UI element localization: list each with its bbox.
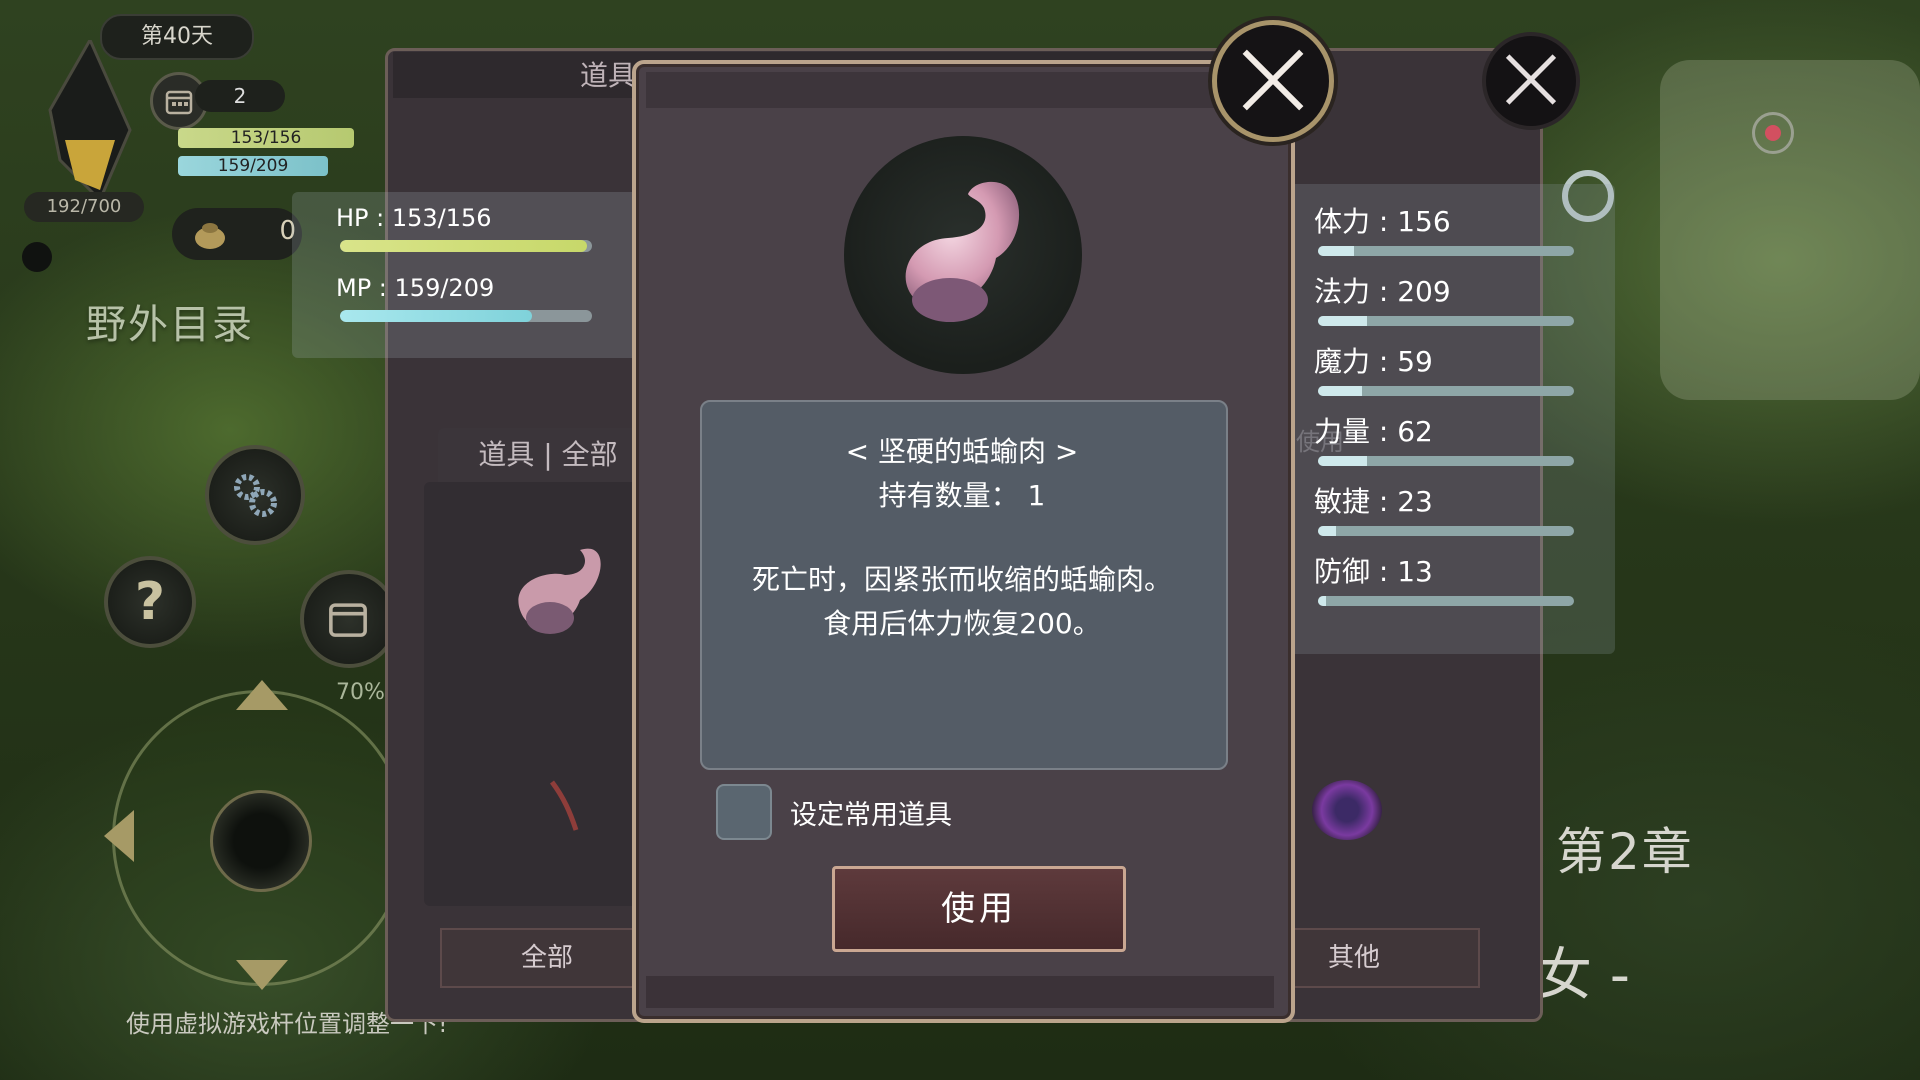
chapter-title: 第2章 [1556, 823, 1694, 881]
item-description-line-1: 死亡时，因紧张而收缩的蛞蝓肉。 [751, 563, 1172, 596]
calendar-icon [165, 90, 193, 115]
stat-stamina-bar [1318, 246, 1574, 256]
stat-strength-bar [1318, 456, 1574, 466]
bag-counter[interactable]: 0 [172, 208, 302, 260]
storage-close-button[interactable] [1482, 32, 1580, 130]
calendar-count: 2 [195, 80, 285, 112]
favorite-checkbox[interactable] [716, 784, 772, 840]
hp-bar [340, 240, 592, 252]
item-list-tab[interactable]: 道具 | 全部 [438, 428, 658, 482]
calendar-button[interactable] [300, 570, 398, 668]
bag-icon [195, 223, 225, 249]
stat-agility-bar [1318, 526, 1574, 536]
status-dot [22, 242, 52, 272]
mini-hp-bar: 153/156 [178, 128, 354, 148]
stat-strength-label: 力量 : 62 [1314, 415, 1433, 448]
use-button[interactable]: 使用 [832, 866, 1126, 952]
orb-icon[interactable] [1312, 780, 1382, 840]
mp-label: MP : 159/209 [336, 274, 495, 302]
stat-stamina-label: 体力 : 156 [1314, 205, 1451, 238]
stat-strength-fill [1318, 456, 1367, 466]
help-button[interactable]: ? [104, 556, 196, 648]
modal-close-button[interactable] [1212, 20, 1334, 142]
stat-defense-fill [1318, 596, 1326, 606]
joystick-down-arrow [236, 960, 288, 990]
favorite-label[interactable]: 设定常用道具 [790, 793, 952, 832]
hp-bar-fill [340, 240, 587, 252]
stat-mana-fill [1318, 316, 1367, 326]
help-icon: ? [134, 572, 166, 632]
tail-item-icon[interactable] [548, 778, 584, 834]
slug-meat-icon[interactable] [510, 530, 630, 650]
mini-mp-bar: 159/209 [178, 156, 328, 176]
stat-defense-bar [1318, 596, 1574, 606]
target-icon[interactable] [1752, 112, 1794, 154]
item-count: 持有数量： 1 [878, 479, 1046, 512]
progress-percent: 70% [336, 680, 385, 705]
calendar-icon [329, 603, 367, 637]
modal-footer-band [646, 976, 1274, 1008]
mp-bar [340, 310, 592, 322]
stat-mana-bar [1318, 316, 1574, 326]
field-menu-label[interactable]: 野外目录 [86, 292, 254, 350]
settings-button[interactable] [205, 445, 305, 545]
item-description-line-2: 食用后体力恢复200。 [823, 607, 1101, 640]
tab-all[interactable]: 全部 [440, 928, 654, 988]
item-description: 死亡时，因紧张而收缩的蛞蝓肉。 食用后体力恢复200。 [700, 558, 1224, 646]
mp-bar-fill [340, 310, 532, 322]
exp-counter: 192/700 [24, 192, 144, 222]
slug-meat-icon [905, 181, 1020, 322]
modal-header-band [646, 72, 1274, 108]
stat-agility-label: 敏捷 : 23 [1314, 485, 1433, 518]
stat-magic-bar [1318, 386, 1574, 396]
stat-agility-fill [1318, 526, 1336, 536]
stat-defense-label: 防御 : 13 [1314, 555, 1433, 588]
item-name: < 坚硬的蛞蝓肉 > [845, 435, 1079, 468]
item-portrait [844, 136, 1082, 374]
crystal-icon [48, 40, 132, 203]
gear-icon [234, 474, 277, 517]
stat-mana-label: 法力 : 209 [1314, 275, 1451, 308]
stat-magic-label: 魔力 : 59 [1314, 345, 1433, 378]
joystick-up-arrow [236, 680, 288, 710]
hp-label: HP : 153/156 [336, 204, 492, 232]
joystick-knob[interactable] [210, 790, 312, 892]
minimap[interactable] [1660, 60, 1920, 400]
stat-magic-fill [1318, 386, 1362, 396]
stat-stamina-fill [1318, 246, 1354, 256]
joystick-left-arrow [104, 810, 134, 862]
